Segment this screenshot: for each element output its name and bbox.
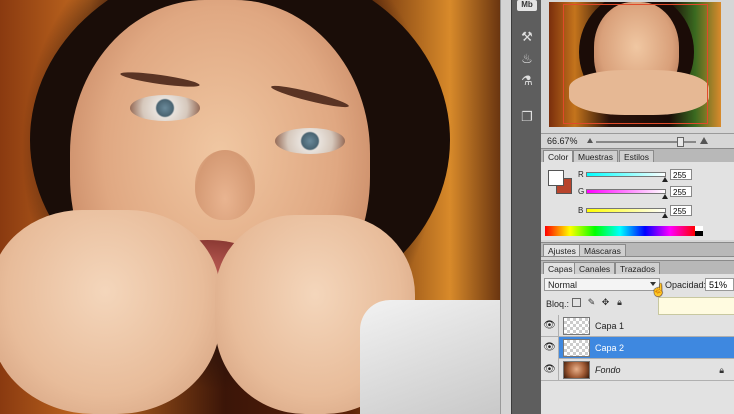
foreground-color-swatch[interactable] (548, 170, 564, 186)
tab-ajustes[interactable]: Ajustes (543, 244, 581, 256)
channel-r-value[interactable]: 255 (670, 169, 692, 180)
blend-mode-select[interactable]: Normal (544, 278, 660, 291)
tab-capas[interactable]: Capas (543, 262, 578, 274)
lock-position-icon[interactable]: ✥ (601, 298, 610, 307)
color-tabbar: Color Muestras Estilos (541, 148, 734, 163)
adjustments-tabbar: Ajustes Máscaras (541, 242, 734, 257)
layer-row-fondo[interactable]: 👁︎ Fondo 🔒︎ (541, 359, 734, 381)
channel-r-slider[interactable] (586, 172, 666, 177)
layer-comps-icon[interactable]: ❐ (517, 108, 537, 126)
channel-g-value[interactable]: 255 (670, 186, 692, 197)
visibility-eye-icon[interactable]: 👁︎ (541, 337, 559, 359)
tab-mascaras[interactable]: Máscaras (579, 244, 626, 256)
layer-thumbnail (563, 339, 590, 357)
tab-color[interactable]: Color (543, 150, 574, 162)
channel-b-label: B (578, 206, 584, 215)
layer-lock-icon: 🔒︎ (719, 365, 724, 375)
mini-bridge-icon[interactable]: Mb (517, 0, 537, 11)
channel-r-knob[interactable] (662, 177, 668, 182)
lock-label: Bloq.: (546, 299, 570, 309)
tab-trazados[interactable]: Trazados (615, 262, 661, 274)
clone-source-icon[interactable]: ♨ (517, 50, 537, 68)
tab-estilos[interactable]: Estilos (619, 150, 655, 162)
lock-paint-icon[interactable]: ✎ (587, 298, 596, 307)
channel-r-label: R (578, 170, 584, 179)
visibility-eye-icon[interactable]: 👁︎ (541, 315, 559, 337)
photo-nose (195, 150, 255, 220)
channel-b-slider[interactable] (586, 208, 666, 213)
zoom-slider-knob[interactable] (677, 137, 684, 147)
zoom-out-icon[interactable] (587, 138, 593, 143)
color-spectrum-ramp[interactable] (545, 226, 695, 236)
opacity-field[interactable]: 51% (705, 278, 734, 291)
zoom-in-icon[interactable] (700, 137, 708, 144)
photo-shirt (360, 300, 500, 414)
channel-b-knob[interactable] (662, 213, 668, 218)
document-canvas[interactable] (0, 0, 500, 414)
layer-row-capa-2[interactable]: 👁︎ Capa 2 (541, 337, 734, 359)
black-white-ramp[interactable] (695, 226, 703, 236)
zoom-level[interactable]: 66.67% (547, 136, 578, 146)
lock-transparency-icon[interactable] (572, 298, 581, 307)
photo-right-eye (275, 128, 345, 154)
layer-row-capa-1[interactable]: 👁︎ Capa 1 (541, 315, 734, 337)
layer-name: Fondo (595, 365, 621, 375)
channel-g-slider[interactable] (586, 189, 666, 194)
tab-muestras[interactable]: Muestras (573, 150, 618, 162)
photo-left-hand (0, 210, 220, 414)
adjust-icon[interactable]: ⚗ (517, 72, 537, 90)
layer-thumbnail (563, 317, 590, 335)
opacity-label: Opacidad: (665, 280, 707, 290)
visibility-eye-icon[interactable]: 👁︎ (541, 359, 559, 381)
navigator-thumbnail[interactable] (549, 2, 721, 127)
tab-canales[interactable]: Canales (574, 262, 616, 274)
lock-all-icon[interactable]: 🔒︎ (615, 298, 624, 307)
brush-presets-icon[interactable]: ⚒ (517, 28, 537, 46)
layer-thumbnail (563, 361, 590, 379)
panel-icon-strip: Mb ⚒ ♨ ⚗ ❐ (511, 0, 542, 414)
layers-tabbar: Capas Canales Trazados (541, 260, 734, 275)
channel-g-label: G (578, 187, 585, 196)
photo-left-eye (130, 95, 200, 121)
channel-g-knob[interactable] (662, 194, 668, 199)
channel-b-value[interactable]: 255 (670, 205, 692, 216)
tooltip-box (658, 297, 734, 315)
navigator-view-box[interactable] (563, 4, 708, 124)
layer-name: Capa 2 (595, 343, 625, 353)
hand-cursor-icon: ☝ (651, 283, 666, 297)
layer-name: Capa 1 (595, 321, 625, 331)
